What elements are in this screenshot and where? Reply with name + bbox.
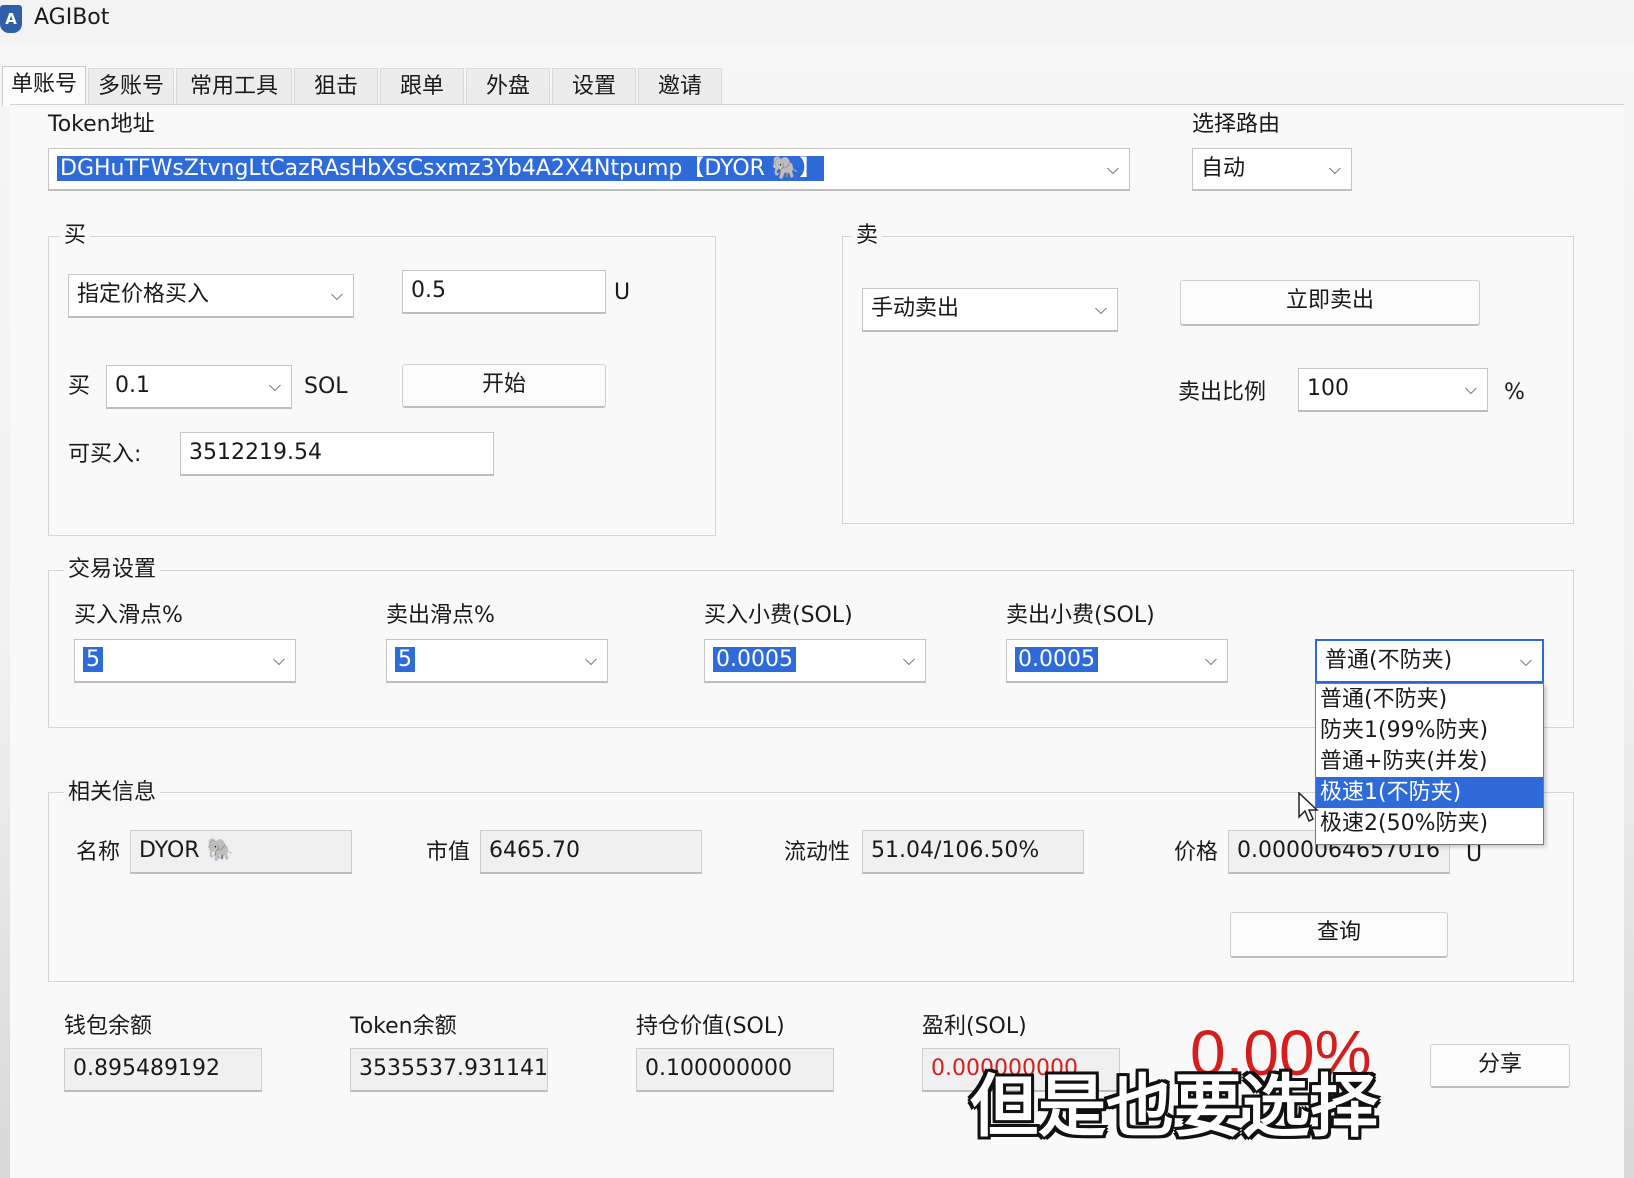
token-name-value[interactable]: DYOR 🐘 [130,830,352,874]
can-buy-value[interactable]: 3512219.54 [180,432,494,476]
sell-slippage-label: 卖出滑点% [386,603,495,628]
token-balance-value[interactable]: 3535537.931141 [350,1048,548,1092]
app-logo-icon: A [0,5,22,33]
buy-price-input[interactable]: 0.5 [402,270,606,314]
sell-slippage-select[interactable]: 5 ⌵ [386,639,608,683]
dropdown-option-highlighted[interactable]: 极速1(不防夹) [1316,777,1543,808]
tab-invite[interactable]: 邀请 [638,68,722,106]
profit-label: 盈利(SOL) [922,1014,1027,1039]
chevron-down-icon[interactable]: ⌵ [585,640,597,680]
buy-fee-label: 买入小费(SOL) [704,603,853,628]
buy-amount-unit: SOL [304,374,348,399]
chevron-down-icon[interactable]: ⌵ [1329,149,1341,189]
route-value: 自动 [1201,156,1246,181]
chevron-down-icon[interactable]: ⌵ [273,640,285,680]
info-legend: 相关信息 [64,779,161,807]
buy-amount-select[interactable]: 0.1 ⌵ [106,365,292,409]
sell-mode-value: 手动卖出 [871,296,960,321]
sell-ratio-unit: % [1504,380,1525,405]
query-button[interactable]: 查询 [1230,912,1448,958]
chevron-down-icon[interactable]: ⌵ [903,640,915,680]
token-address-label: Token地址 [48,112,155,137]
wallet-balance-label: 钱包余额 [64,1014,153,1039]
video-subtitle: 但是也要选择 [970,1068,1379,1147]
market-cap-value[interactable]: 6465.70 [480,830,702,874]
token-balance-label: Token余额 [350,1014,457,1039]
price-label: 价格 [1174,840,1219,865]
position-value-label: 持仓价值(SOL) [636,1014,785,1039]
sell-fee-value: 0.0005 [1015,647,1098,672]
sell-now-button[interactable]: 立即卖出 [1180,280,1480,326]
buy-slippage-select[interactable]: 5 ⌵ [74,639,296,683]
buy-mode-value: 指定价格买入 [77,282,210,307]
buy-fee-select[interactable]: 0.0005 ⌵ [704,639,926,683]
tab-external[interactable]: 外盘 [466,68,550,106]
chevron-down-icon[interactable]: ⌵ [1095,289,1107,329]
sell-mode-select[interactable]: 手动卖出 ⌵ [862,288,1118,332]
tab-copy-trade[interactable]: 跟单 [380,68,464,106]
title-bar [0,0,1634,44]
chevron-down-icon[interactable]: ⌵ [1107,149,1119,189]
tab-single-account[interactable]: 单账号 [2,66,86,106]
window-title: AGIBot [34,5,110,30]
liquidity-value[interactable]: 51.04/106.50% [862,830,1084,874]
anti-mev-mode-select[interactable]: 普通(不防夹) ⌵ [1315,639,1544,683]
chevron-down-icon[interactable]: ⌵ [1465,369,1477,409]
sell-legend: 卖 [852,222,883,250]
dropdown-option[interactable]: 防夹1(99%防夹) [1316,715,1543,746]
tab-settings[interactable]: 设置 [552,68,636,106]
chevron-down-icon[interactable]: ⌵ [1520,641,1532,681]
share-button[interactable]: 分享 [1430,1044,1570,1088]
sell-ratio-label: 卖出比例 [1178,380,1267,405]
dropdown-option[interactable]: 普通+防夹(并发) [1316,746,1543,777]
trade-settings-legend: 交易设置 [64,556,161,584]
buy-amount-label: 买 [68,374,91,399]
buy-mode-select[interactable]: 指定价格买入 ⌵ [68,274,354,318]
market-cap-label: 市值 [426,840,471,865]
mouse-cursor-icon [1298,792,1319,823]
sell-ratio-select[interactable]: 100 ⌵ [1298,368,1488,412]
buy-amount-value: 0.1 [115,373,150,398]
buy-fee-value: 0.0005 [713,647,796,672]
token-name-label: 名称 [76,840,121,865]
start-button[interactable]: 开始 [402,364,606,408]
anti-mev-mode-value: 普通(不防夹) [1325,648,1453,673]
liquidity-label: 流动性 [784,840,851,865]
buy-slippage-value: 5 [83,647,103,672]
chevron-down-icon[interactable]: ⌵ [331,275,343,315]
route-select[interactable]: 自动 ⌵ [1192,148,1352,191]
buy-price-unit: U [614,280,631,305]
dropdown-option[interactable]: 普通(不防夹) [1316,684,1543,715]
token-address-combo[interactable]: DGHuTFWsZtvngLtCazRAsHbXsCsxmz3Yb4A2X4Nt… [48,148,1130,191]
chevron-down-icon[interactable]: ⌵ [269,366,281,406]
tab-snipe[interactable]: 狙击 [294,68,378,106]
tab-multi-account[interactable]: 多账号 [88,68,174,106]
tab-common-tools[interactable]: 常用工具 [176,68,292,106]
buy-slippage-label: 买入滑点% [74,603,183,628]
chevron-down-icon[interactable]: ⌵ [1205,640,1217,680]
can-buy-label: 可买入: [68,442,142,467]
sell-ratio-value: 100 [1307,376,1349,401]
anti-mev-mode-dropdown: 普通(不防夹) 防夹1(99%防夹) 普通+防夹(并发) 极速1(不防夹) 极速… [1315,683,1544,845]
dropdown-option[interactable]: 极速2(50%防夹) [1316,808,1543,839]
sell-fee-label: 卖出小费(SOL) [1006,603,1155,628]
wallet-balance-value[interactable]: 0.895489192 [64,1048,262,1092]
token-address-value: DGHuTFWsZtvngLtCazRAsHbXsCsxmz3Yb4A2X4Nt… [57,156,825,181]
route-label: 选择路由 [1192,112,1281,137]
sell-fee-select[interactable]: 0.0005 ⌵ [1006,639,1228,683]
sell-slippage-value: 5 [395,647,415,672]
position-value[interactable]: 0.100000000 [636,1048,834,1092]
buy-legend: 买 [60,222,91,250]
